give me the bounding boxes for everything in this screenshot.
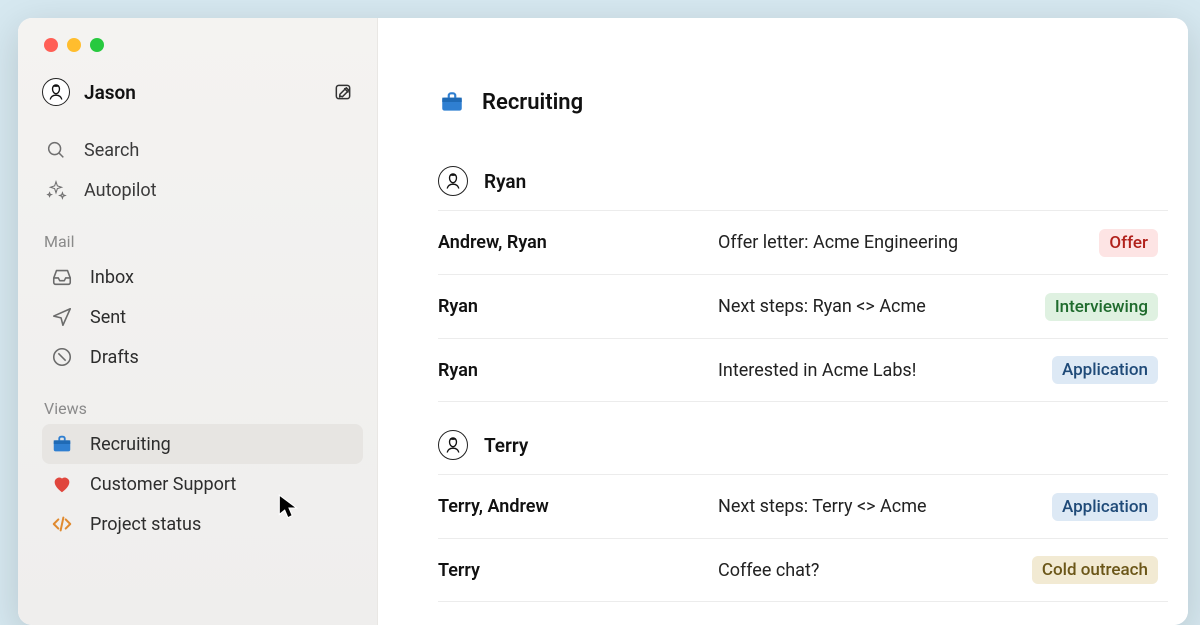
paper-plane-icon — [50, 305, 74, 329]
sidebar-item-label: Drafts — [90, 347, 139, 368]
search-nav-item[interactable]: Search — [42, 130, 363, 170]
message-row[interactable]: RyanInterested in Acme Labs!Application — [438, 338, 1168, 402]
autopilot-label: Autopilot — [84, 180, 157, 201]
message-from: Ryan — [438, 296, 718, 317]
message-subject: Next steps: Terry <> Acme — [718, 496, 1052, 517]
code-icon — [50, 512, 74, 536]
message-row[interactable]: Andrew, RyanOffer letter: Acme Engineeri… — [438, 210, 1168, 274]
maximize-window-button[interactable] — [90, 38, 104, 52]
compose-button[interactable] — [329, 78, 357, 106]
message-from: Terry — [438, 560, 718, 581]
page-title: Recruiting — [482, 90, 583, 115]
views-section-label: Views — [44, 399, 363, 418]
sidebar-view-recruiting[interactable]: Recruiting — [42, 424, 363, 464]
contact-avatar — [438, 430, 468, 460]
briefcase-icon — [50, 432, 74, 456]
mail-section-label: Mail — [44, 232, 363, 251]
sidebar-view-customer-support[interactable]: Customer Support — [42, 464, 363, 504]
search-icon — [44, 138, 68, 162]
profile-row: Jason — [42, 78, 363, 106]
sidebar-item-label: Project status — [90, 514, 201, 535]
inbox-icon — [50, 265, 74, 289]
message-from: Ryan — [438, 360, 718, 381]
user-avatar[interactable] — [42, 78, 70, 106]
contact-block: Terry Terry, AndrewNext steps: Terry <> A… — [438, 420, 1168, 602]
sidebar-item-label: Sent — [90, 307, 126, 328]
message-subject: Next steps: Ryan <> Acme — [718, 296, 1045, 317]
status-badge: Interviewing — [1045, 293, 1158, 321]
contact-name: Ryan — [484, 170, 526, 193]
briefcase-icon — [438, 88, 466, 116]
message-subject: Interested in Acme Labs! — [718, 360, 1052, 381]
message-row[interactable]: TerryCoffee chat?Cold outreach — [438, 538, 1168, 602]
contact-header[interactable]: Ryan — [438, 156, 1168, 210]
message-from: Terry, Andrew — [438, 496, 718, 517]
page-header: Recruiting — [438, 88, 1168, 116]
close-window-button[interactable] — [44, 38, 58, 52]
minimize-window-button[interactable] — [67, 38, 81, 52]
status-badge: Cold outreach — [1032, 556, 1158, 584]
sidebar-item-label: Recruiting — [90, 434, 171, 455]
search-label: Search — [84, 140, 139, 161]
message-subject: Coffee chat? — [718, 560, 1032, 581]
sidebar-item-sent[interactable]: Sent — [42, 297, 363, 337]
sidebar-item-label: Customer Support — [90, 474, 236, 495]
sidebar-item-label: Inbox — [90, 267, 134, 288]
window-controls — [42, 34, 363, 78]
status-badge: Offer — [1099, 229, 1158, 257]
sidebar-item-drafts[interactable]: Drafts — [42, 337, 363, 377]
message-subject: Offer letter: Acme Engineering — [718, 232, 1099, 253]
profile-name[interactable]: Jason — [84, 81, 136, 104]
sidebar: Jason Search Autopilot Mail — [18, 18, 378, 625]
sparkle-icon — [44, 178, 68, 202]
contact-avatar — [438, 166, 468, 196]
message-from: Andrew, Ryan — [438, 232, 718, 253]
message-row[interactable]: Terry, AndrewNext steps: Terry <> AcmeAp… — [438, 474, 1168, 538]
contact-block: Ryan Andrew, RyanOffer letter: Acme Engin… — [438, 156, 1168, 402]
contact-header[interactable]: Terry — [438, 420, 1168, 474]
app-window: Jason Search Autopilot Mail — [18, 18, 1188, 625]
contact-name: Terry — [484, 434, 528, 457]
status-badge: Application — [1052, 356, 1158, 384]
main-content: Recruiting Ryan Andrew, RyanOffer letter:… — [378, 18, 1188, 625]
sidebar-item-inbox[interactable]: Inbox — [42, 257, 363, 297]
drafts-icon — [50, 345, 74, 369]
message-row[interactable]: RyanNext steps: Ryan <> AcmeInterviewing — [438, 274, 1168, 338]
autopilot-nav-item[interactable]: Autopilot — [42, 170, 363, 210]
status-badge: Application — [1052, 493, 1158, 521]
sidebar-view-project-status[interactable]: Project status — [42, 504, 363, 544]
heart-icon — [50, 472, 74, 496]
